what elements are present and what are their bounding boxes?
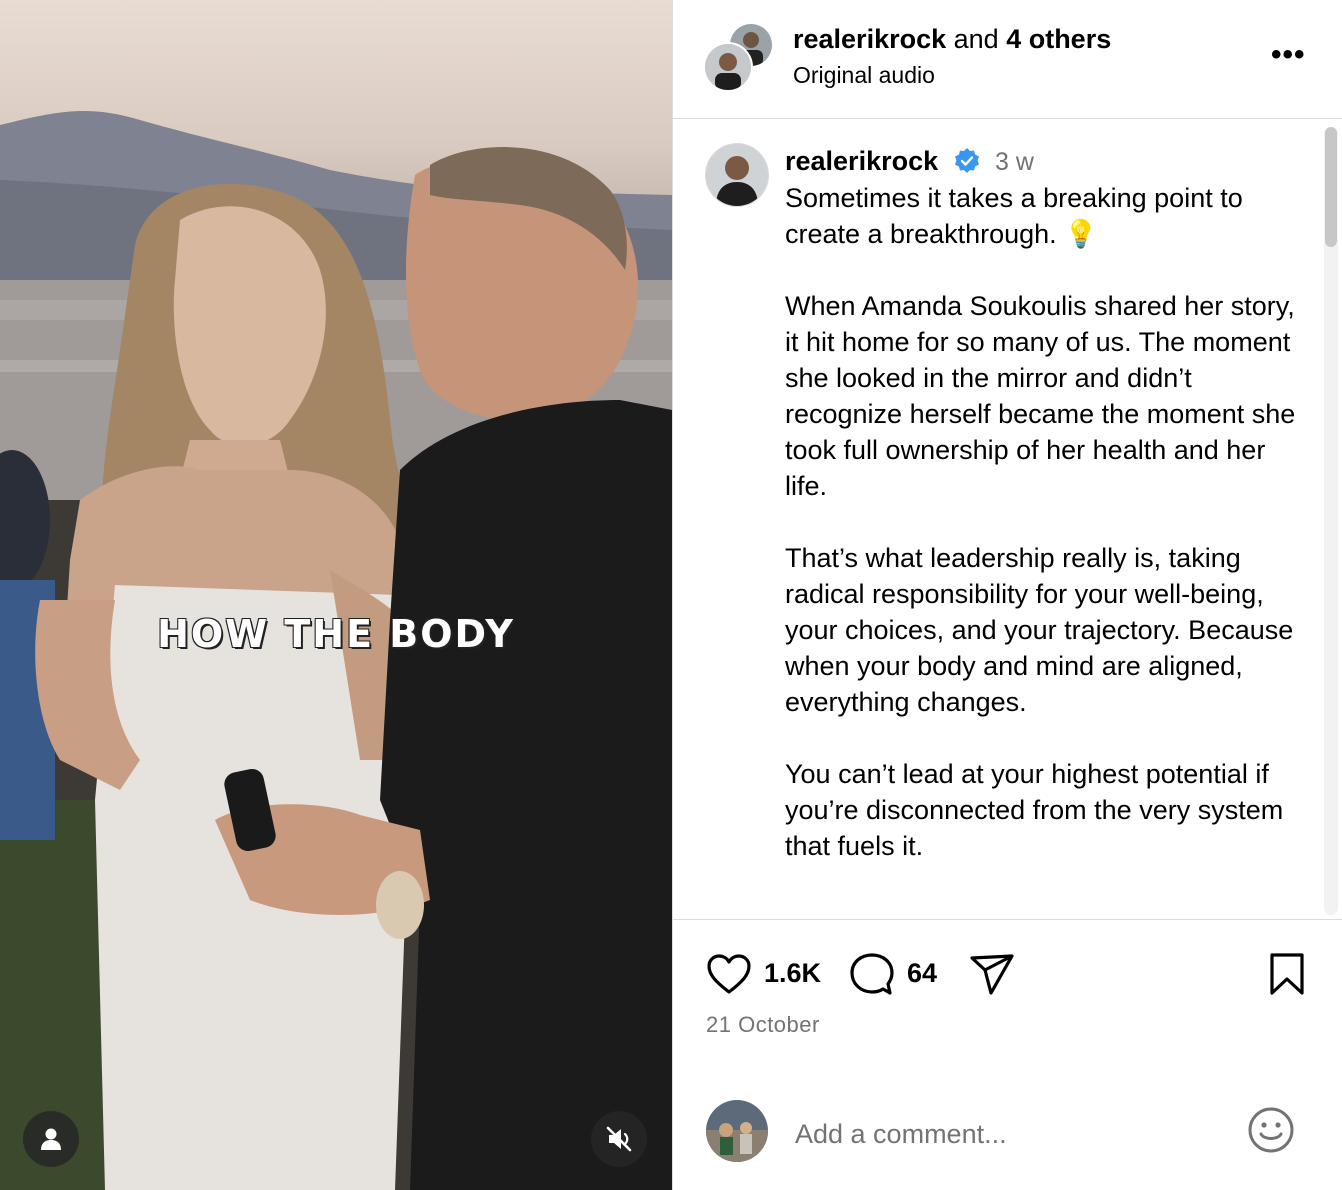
emoji-icon[interactable]	[1247, 1106, 1295, 1154]
heart-icon[interactable]	[706, 953, 752, 995]
user-icon	[41, 1128, 61, 1150]
mute-toggle-button[interactable]	[591, 1111, 647, 1167]
current-user-avatar	[706, 1100, 768, 1162]
like-count[interactable]: 1.6K	[764, 958, 821, 989]
more-icon[interactable]: •••	[1271, 38, 1306, 72]
tagged-users-button[interactable]	[23, 1111, 79, 1167]
caption-paragraph: Sometimes it takes a breaking point to c…	[785, 183, 1243, 249]
header-others[interactable]: 4 others	[1006, 24, 1111, 54]
post-actions: 1.6K 64 21 October	[673, 920, 1342, 1190]
post-author-avatar[interactable]	[705, 143, 769, 207]
caption-paragraph: That’s what leadership really is, taking…	[785, 543, 1294, 717]
video-frame	[0, 110, 672, 1190]
post-username[interactable]: realerikrock	[785, 146, 938, 177]
header-username[interactable]: realerikrock	[793, 24, 946, 54]
post-date: 21 October	[706, 1012, 820, 1037]
audio-link[interactable]: Original audio	[793, 62, 935, 89]
caption-scroll-area[interactable]: realerikrock 3 w Sometimes it takes a br…	[673, 119, 1342, 920]
caption-paragraph: You can’t lead at your highest potential…	[785, 759, 1284, 861]
comment-input[interactable]	[793, 1113, 1227, 1155]
post-caption: Sometimes it takes a breaking point to c…	[785, 180, 1305, 900]
header-and-text: and	[946, 24, 1007, 54]
owner-avatar[interactable]	[703, 42, 753, 92]
share-icon[interactable]	[969, 952, 1015, 996]
caption-paragraph: When Amanda Soukoulis shared her story, …	[785, 291, 1296, 501]
scrollbar-thumb[interactable]	[1325, 127, 1337, 247]
video-player[interactable]: HOW THE BODY	[0, 0, 672, 1190]
comment-count[interactable]: 64	[907, 958, 937, 989]
scrollbar[interactable]	[1324, 127, 1338, 915]
bookmark-icon[interactable]	[1268, 952, 1306, 996]
header-title: realerikrock and 4 others	[793, 24, 1111, 55]
post-header: realerikrock and 4 others Original audio…	[673, 0, 1342, 119]
video-caption: HOW THE BODY	[157, 612, 515, 656]
muted-speaker-icon	[606, 1126, 632, 1152]
verified-badge-icon	[953, 147, 981, 180]
comment-icon[interactable]	[848, 952, 894, 996]
post-time: 3 w	[995, 148, 1034, 176]
